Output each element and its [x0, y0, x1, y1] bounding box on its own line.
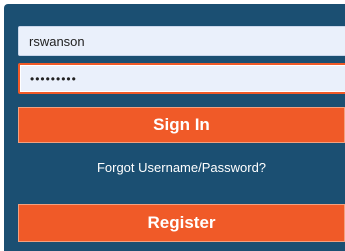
username-input[interactable]: [18, 26, 345, 56]
sign-in-button[interactable]: Sign In: [18, 107, 345, 143]
forgot-credentials-link[interactable]: Forgot Username/Password?: [18, 160, 345, 175]
password-input[interactable]: [18, 63, 345, 94]
register-button[interactable]: Register: [18, 204, 345, 242]
